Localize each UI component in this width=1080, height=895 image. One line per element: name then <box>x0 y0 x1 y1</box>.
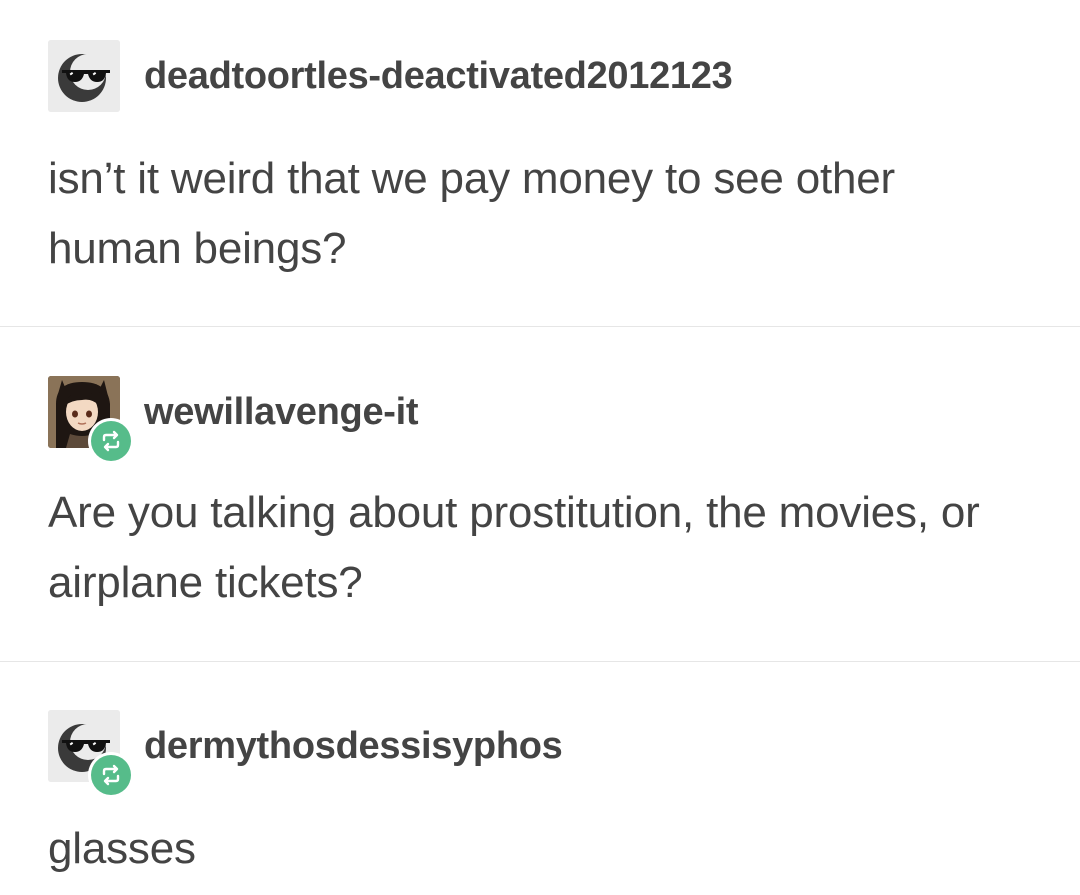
sunglasses-moon-avatar-icon <box>48 40 120 112</box>
post-3-header: dermythosdessisyphos <box>48 710 563 798</box>
post-text: glasses <box>48 824 196 873</box>
post-1-header: deadtoortles-deactivated2012123 <box>48 40 733 112</box>
avatar[interactable] <box>48 40 120 112</box>
avatar[interactable] <box>48 376 134 464</box>
post-1: deadtoortles-deactivated2012123 isn’t it… <box>0 0 1080 326</box>
reblog-badge <box>88 418 134 464</box>
avatar[interactable] <box>48 710 134 798</box>
reblog-icon <box>102 430 120 452</box>
username[interactable]: dermythosdessisyphos <box>144 725 563 768</box>
username[interactable]: wewillavenge-it <box>144 391 419 434</box>
reblog-badge <box>88 752 134 798</box>
post-2-header: wewillavenge-it <box>48 376 419 464</box>
post-text: isn’t it weird that we pay money to see … <box>48 154 895 273</box>
post-text: Are you talking about prostitution, the … <box>48 488 980 607</box>
reblog-icon <box>102 764 120 786</box>
post-3: dermythosdessisyphos glasses <box>0 662 1080 895</box>
post-2: wewillavenge-it Are you talking about pr… <box>0 327 1080 662</box>
username[interactable]: deadtoortles-deactivated2012123 <box>144 55 733 98</box>
